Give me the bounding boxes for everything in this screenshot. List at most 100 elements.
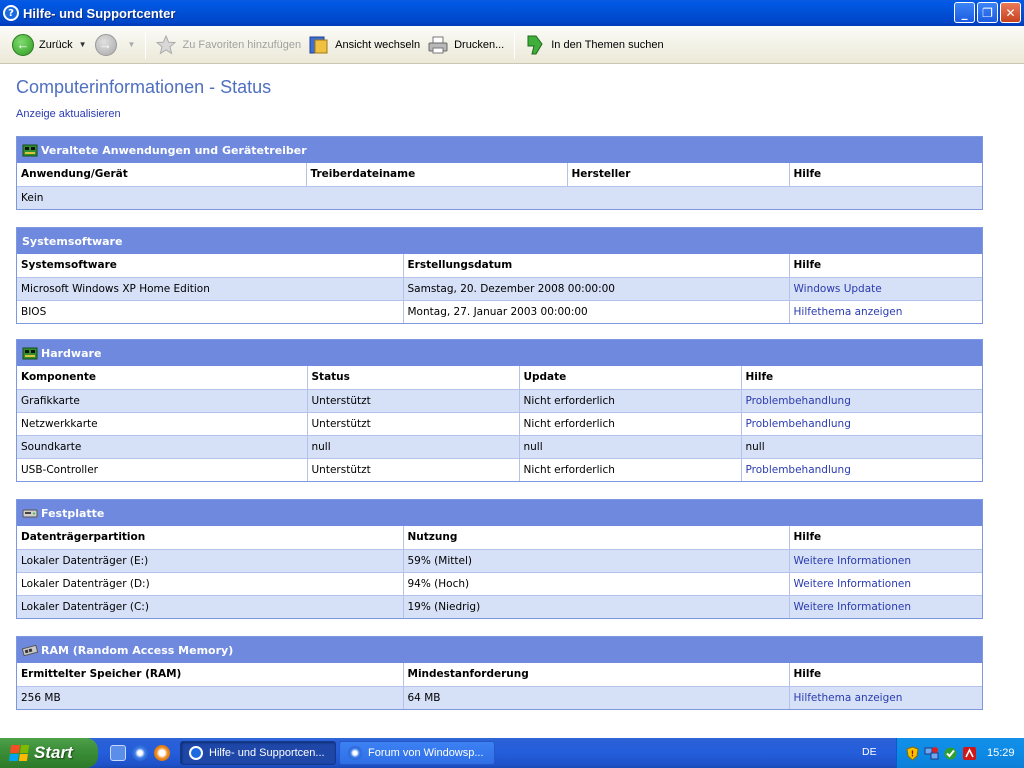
task-label: Hilfe- und Supportcen... — [209, 747, 325, 759]
taskbar: Start Hilfe- und Supportcen... Forum von… — [0, 738, 1024, 768]
print-label: Drucken... — [454, 38, 505, 51]
more-info-link[interactable]: Weitere Informationen — [788, 571, 982, 596]
section-header: Festplatte — [17, 500, 982, 526]
help-topic-link[interactable]: Hilfethema anzeigen — [788, 685, 982, 709]
forward-button[interactable]: → ▼ — [91, 30, 140, 60]
security-shield-icon[interactable]: ! — [905, 745, 920, 761]
restore-button[interactable]: ❐ — [977, 2, 998, 23]
table-header-row: Datenträgerpartition Nutzung Hilfe — [17, 526, 982, 550]
table-row: Microsoft Windows XP Home Edition Samsta… — [17, 276, 982, 301]
memory-chip-icon — [22, 644, 38, 656]
section-title: Festplatte — [41, 506, 105, 520]
network-icon[interactable] — [924, 746, 939, 761]
more-info-link[interactable]: Weitere Informationen — [788, 548, 982, 573]
toolbar-separator — [514, 30, 516, 59]
star-icon — [156, 34, 177, 54]
add-favorites-label: Zu Favoriten hinzufügen — [182, 38, 302, 51]
table-cell: Grafikkarte — [17, 388, 308, 413]
table-cell: null — [740, 434, 982, 459]
table-cell: 94% (Hoch) — [402, 571, 790, 596]
back-arrow-icon: ← — [12, 33, 34, 56]
content-area: Computerinformationen - Status Anzeige a… — [0, 65, 1024, 738]
troubleshoot-link[interactable]: Problembehandlung — [740, 411, 982, 436]
section-hardware: Hardware Komponente Status Update Hilfe … — [16, 339, 983, 482]
language-indicator[interactable]: DE — [862, 746, 877, 758]
table-row: Lokaler Datenträger (E:) 59% (Mittel) We… — [17, 548, 982, 573]
section-title: Veraltete Anwendungen und Gerätetreiber — [41, 143, 307, 157]
windows-update-link[interactable]: Windows Update — [788, 276, 982, 301]
table-header-row: Anwendung/Gerät Treiberdateiname Herstel… — [17, 163, 982, 187]
refresh-view-link[interactable]: Anzeige aktualisieren — [16, 108, 121, 120]
table-row: USB-Controller Unterstützt Nicht erforde… — [17, 457, 982, 481]
outlook-express-icon[interactable] — [110, 745, 126, 761]
table-cell: Kein — [17, 185, 982, 209]
internet-explorer-icon — [348, 746, 362, 760]
table-cell: Unterstützt — [306, 411, 520, 436]
windows-logo-icon — [8, 745, 30, 761]
column-header: Hilfe — [788, 526, 982, 550]
page-title: Computerinformationen - Status — [16, 77, 272, 97]
change-view-label: Ansicht wechseln — [335, 38, 421, 51]
add-favorites-button[interactable]: Zu Favoriten hinzufügen — [152, 30, 305, 60]
print-button[interactable]: Drucken... — [424, 30, 508, 60]
forward-dropdown-icon[interactable]: ▼ — [128, 40, 136, 49]
column-header: Status — [306, 366, 520, 390]
section-header: Veraltete Anwendungen und Gerätetreiber — [17, 137, 982, 163]
window-controls: _ ❐ ✕ — [954, 2, 1021, 23]
back-dropdown-icon[interactable]: ▼ — [79, 40, 87, 49]
more-info-link[interactable]: Weitere Informationen — [788, 594, 982, 618]
toolbar: ← Zurück ▼ → ▼ Zu Favoriten hinzufügen A… — [0, 26, 1024, 64]
table-cell: null — [518, 434, 742, 459]
search-topics-button[interactable]: In den Themen suchen — [521, 30, 667, 60]
section-title: RAM (Random Access Memory) — [41, 643, 234, 657]
table-row: Netzwerkkarte Unterstützt Nicht erforder… — [17, 411, 982, 436]
section-ram: RAM (Random Access Memory) Ermittelter S… — [16, 636, 983, 710]
table-cell: Lokaler Datenträger (C:) — [17, 594, 404, 618]
media-player-icon[interactable] — [154, 745, 170, 761]
internet-explorer-icon[interactable] — [132, 745, 148, 761]
window-title: Hilfe- und Supportcenter — [23, 5, 176, 21]
change-view-button[interactable]: Ansicht wechseln — [305, 30, 424, 60]
window-title-bar[interactable]: ? Hilfe- und Supportcenter _ ❐ ✕ — [0, 0, 1024, 26]
column-header: Datenträgerpartition — [17, 526, 404, 550]
adobe-reader-icon[interactable] — [962, 746, 977, 761]
table-cell: Lokaler Datenträger (D:) — [17, 571, 404, 596]
back-button[interactable]: ← Zurück ▼ — [8, 30, 91, 60]
system-tray: ! 15:29 — [896, 738, 1024, 768]
column-header: Hersteller — [566, 163, 790, 187]
table-cell: Soundkarte — [17, 434, 308, 459]
column-header: Mindestanforderung — [402, 663, 790, 687]
troubleshoot-link[interactable]: Problembehandlung — [740, 457, 982, 481]
column-header: Anwendung/Gerät — [17, 163, 307, 187]
help-center-icon: ? — [3, 5, 19, 21]
help-topic-link[interactable]: Hilfethema anzeigen — [788, 299, 982, 323]
table-cell: Nicht erforderlich — [518, 411, 742, 436]
column-header: Hilfe — [788, 163, 982, 187]
taskbar-button-help-center[interactable]: Hilfe- und Supportcen... — [180, 741, 336, 765]
table-cell: Samstag, 20. Dezember 2008 00:00:00 — [402, 276, 790, 301]
table-cell: 256 MB — [17, 685, 404, 709]
table-cell: Nicht erforderlich — [518, 457, 742, 481]
table-cell: Unterstützt — [306, 388, 520, 413]
column-header: Hilfe — [788, 254, 982, 278]
column-header: Komponente — [17, 366, 308, 390]
start-button[interactable]: Start — [0, 738, 98, 768]
section-system-software: Systemsoftware Systemsoftware Erstellung… — [16, 227, 983, 324]
hard-disk-icon — [22, 509, 38, 517]
table-cell: Microsoft Windows XP Home Edition — [17, 276, 404, 301]
start-label: Start — [34, 743, 73, 762]
minimize-button[interactable]: _ — [954, 2, 975, 23]
antivirus-icon[interactable] — [943, 746, 958, 761]
forward-arrow-icon: → — [94, 33, 117, 56]
taskbar-button-forum[interactable]: Forum von Windowsp... — [339, 741, 495, 765]
hardware-table: Komponente Status Update Hilfe Grafikkar… — [17, 366, 982, 481]
section-title: Hardware — [41, 346, 102, 360]
svg-text:!: ! — [911, 749, 915, 758]
printer-icon — [428, 36, 448, 53]
troubleshoot-link[interactable]: Problembehandlung — [740, 388, 982, 413]
section-disk: Festplatte Datenträgerpartition Nutzung … — [16, 499, 983, 619]
table-cell: Netzwerkkarte — [17, 411, 308, 436]
column-header: Ermittelter Speicher (RAM) — [17, 663, 404, 687]
close-button[interactable]: ✕ — [1000, 2, 1021, 23]
clock[interactable]: 15:29 — [987, 747, 1015, 759]
